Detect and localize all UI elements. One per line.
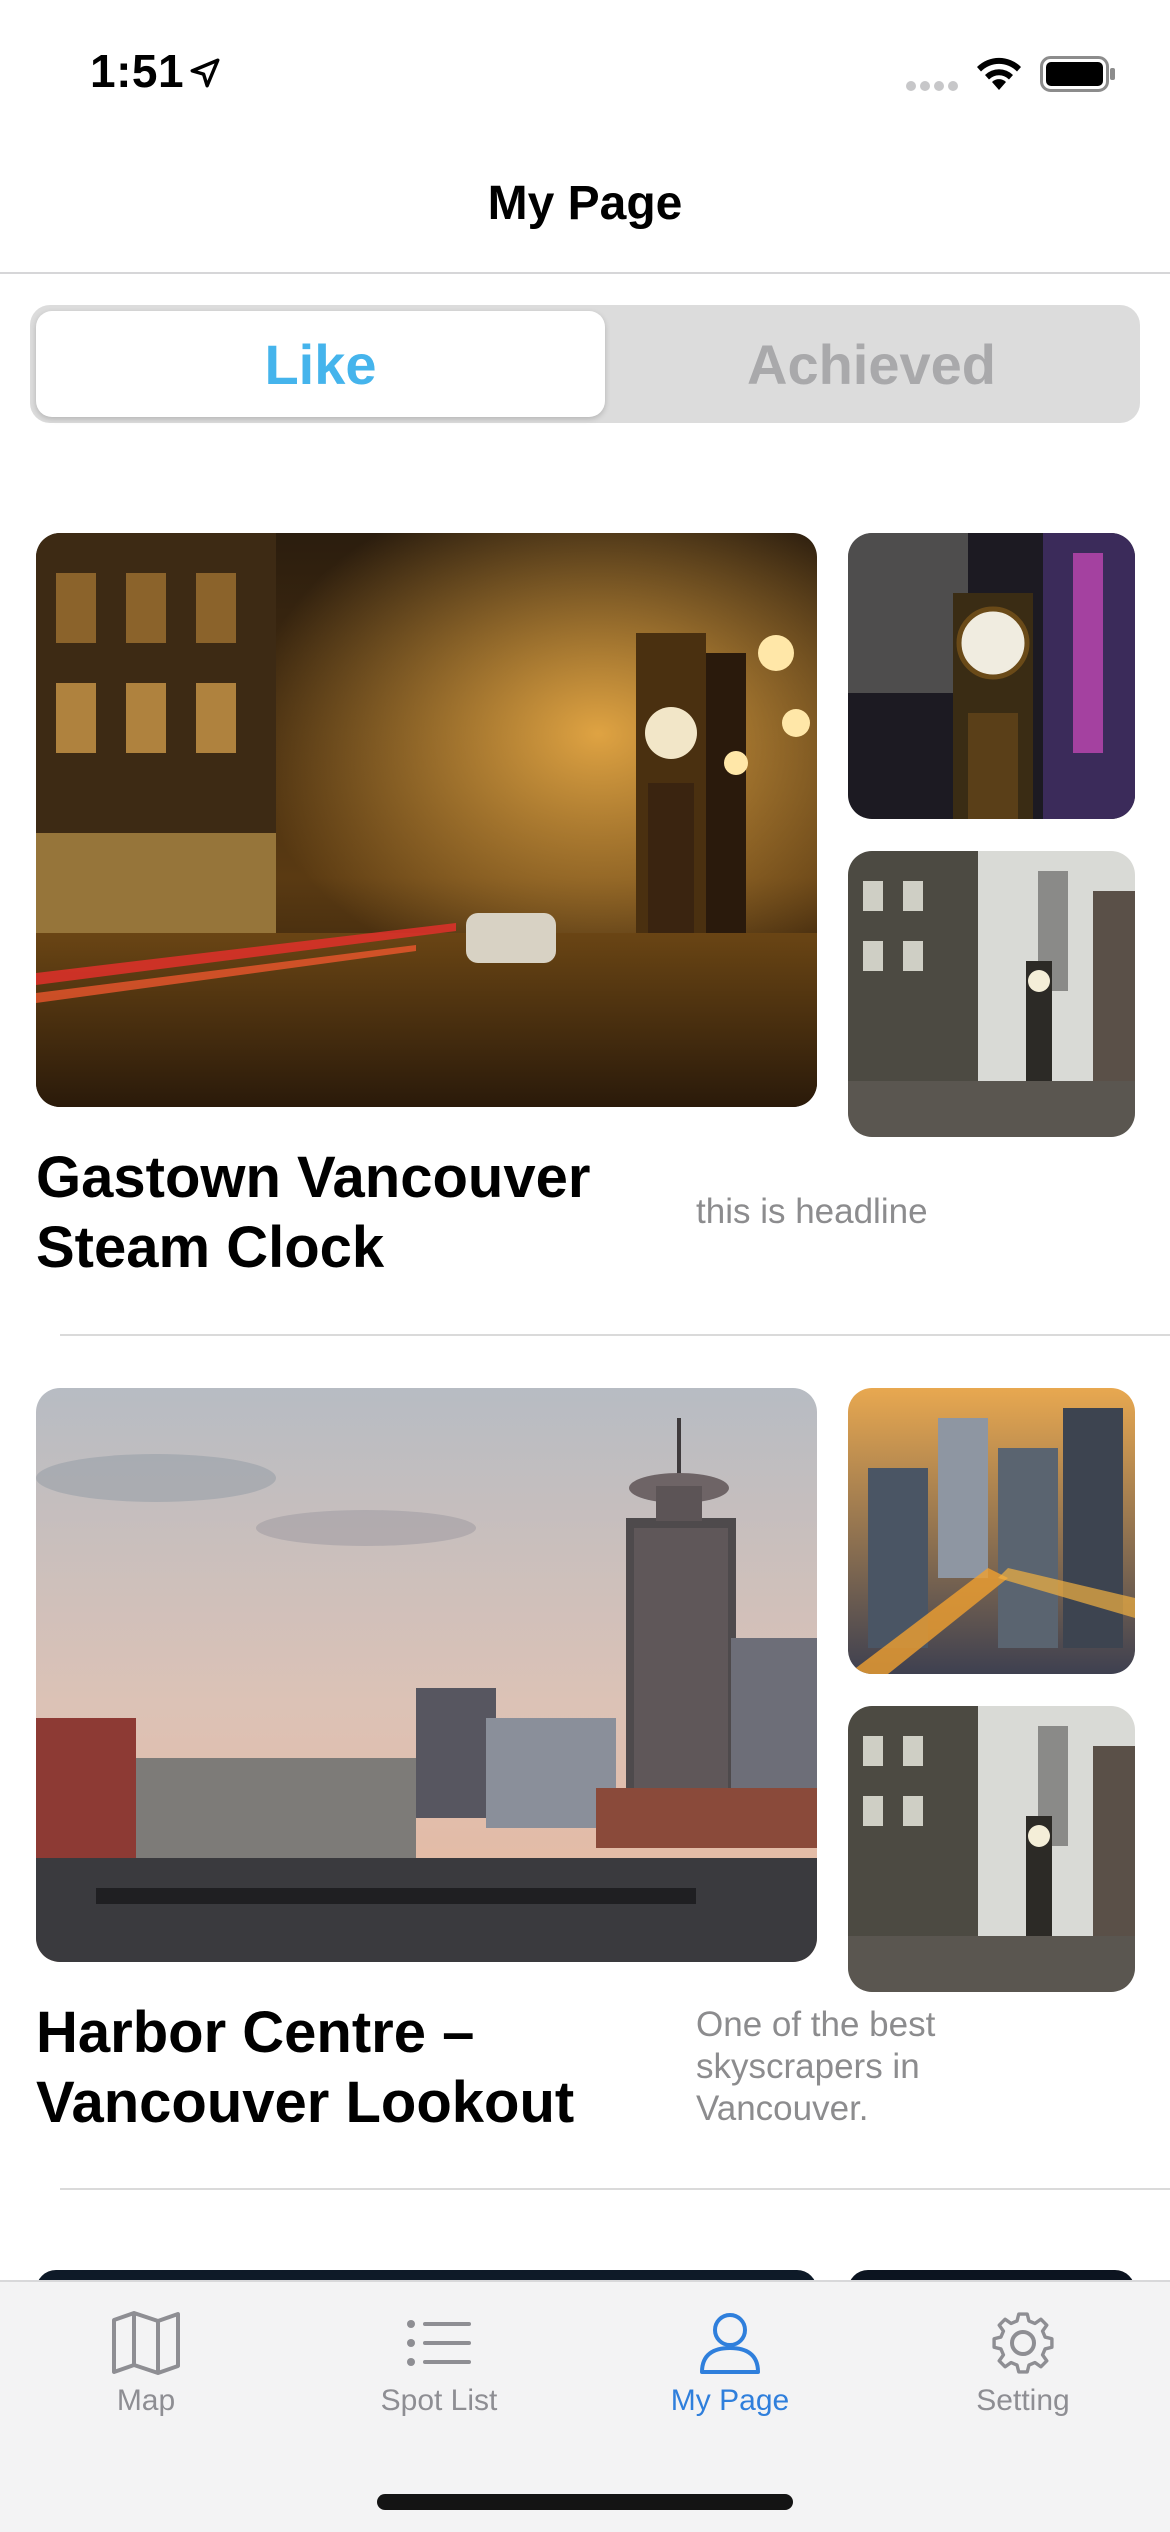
page-title: My Page — [487, 177, 683, 230]
status-time: 1:51 — [90, 45, 185, 97]
cellular-signal-icon — [906, 81, 958, 91]
list-icon — [407, 2320, 471, 2366]
spot-main-photo[interactable] — [36, 1388, 817, 1962]
navigation-bar: My Page — [0, 140, 1170, 274]
divider — [60, 1334, 1170, 1336]
person-icon — [700, 2313, 760, 2374]
tab-label: Setting — [976, 2384, 1070, 2417]
spot-thumbnail-photo[interactable] — [848, 533, 1135, 819]
spot-card[interactable]: Gastown Vancouver Steam Clock this is he… — [0, 533, 1170, 1337]
tab-spot-list[interactable]: Spot List — [324, 2310, 554, 2418]
battery-icon — [1040, 56, 1115, 92]
tab-map[interactable]: Map — [31, 2310, 261, 2418]
tab-label: My Page — [670, 2384, 790, 2417]
divider — [60, 2188, 1170, 2190]
spot-thumbnail-photo[interactable] — [848, 1706, 1135, 1992]
gear-icon — [992, 2312, 1054, 2374]
wifi-icon — [977, 57, 1021, 90]
spot-thumbnail-photo[interactable] — [848, 1388, 1135, 1674]
spot-main-photo[interactable] — [36, 533, 817, 1107]
tab-setting[interactable]: Setting — [908, 2310, 1138, 2418]
spot-title: Gastown Vancouver Steam Clock — [36, 1145, 591, 1280]
map-icon — [112, 2311, 180, 2375]
segment-achieved[interactable]: Achieved — [609, 311, 1134, 417]
home-indicator — [377, 2494, 793, 2510]
tab-my-page[interactable]: My Page — [615, 2310, 845, 2418]
spot-title: Harbor Centre – Vancouver Lookout — [36, 2000, 575, 2135]
spot-headline: this is headline — [696, 1192, 928, 1231]
tab-label: Spot List — [380, 2384, 498, 2417]
spot-headline: One of the best skyscrapers in Vancouver… — [696, 2005, 936, 2128]
location-arrow-icon — [190, 58, 220, 88]
segment-like[interactable]: Like — [36, 311, 605, 417]
tab-label: Map — [116, 2384, 176, 2417]
spot-thumbnail-photo[interactable] — [848, 851, 1135, 1137]
spot-card[interactable]: Harbor Centre – Vancouver Lookout One of… — [0, 1388, 1170, 2188]
status-bar: 1:51 — [0, 0, 1170, 140]
like-achieved-segmented-control: Like Achieved — [30, 305, 1140, 423]
